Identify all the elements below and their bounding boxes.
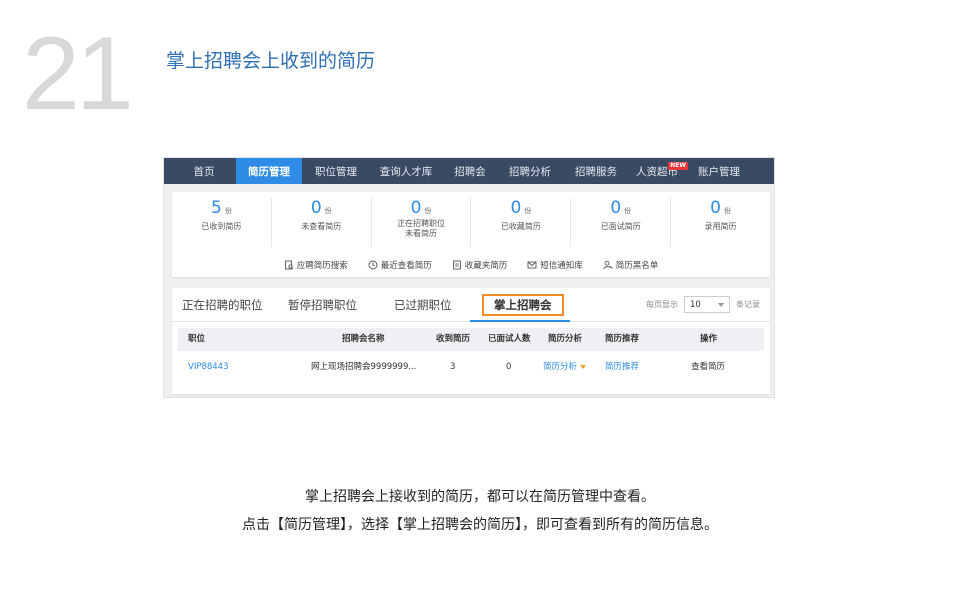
col-header-analysis: 简历分析 — [548, 334, 583, 344]
job-tabs: 正在招聘的职位 暂停招聘职位 已过期职位 掌上招聘会 每页显示 10 条记录 — [172, 288, 770, 322]
nav-item-home[interactable]: 首页 — [172, 158, 236, 184]
stat-unit: 份 — [424, 207, 432, 215]
quicklink-favorites[interactable]: 收藏夹简历 — [452, 259, 508, 271]
message-icon — [527, 261, 537, 269]
new-badge: NEW — [668, 162, 688, 170]
nav-item-resume-management[interactable]: 简历管理 — [236, 158, 302, 184]
stat-unit: 份 — [224, 207, 232, 215]
stat-value: 5 — [211, 198, 222, 218]
nav-item-job-fair[interactable]: 招聘会 — [442, 158, 498, 184]
table-header: 职位 招聘会名称 收到简历 已面试人数 简历分析 简历推荐 操作 — [178, 328, 764, 351]
stat-value: 0 — [610, 198, 622, 218]
chevron-down-icon — [718, 302, 724, 307]
pager-prefix: 每页显示 — [646, 300, 678, 309]
clock-icon — [368, 260, 378, 270]
stat-value: 0 — [410, 198, 422, 218]
nav-item-account[interactable]: 账户管理 — [690, 158, 748, 184]
stat-label: 已面试简历 — [600, 222, 641, 231]
col-header-interviewed: 已面试人数 — [488, 334, 531, 344]
stat-label: 已收藏简历 — [500, 222, 541, 231]
quicklink-label: 简历黑名单 — [615, 261, 659, 271]
stat-unit: 份 — [524, 207, 532, 215]
stat-value: 0 — [710, 198, 721, 218]
stat-label: 已收到简历 — [201, 222, 242, 231]
screenshot-panel: 首页 简历管理 职位管理 查询人才库 招聘会 招聘分析 招聘服务 人资超市 NE… — [163, 157, 775, 398]
stat-label: 未查看简历 — [301, 222, 342, 231]
folder-icon — [452, 260, 461, 270]
col-header-recommend: 简历推荐 — [605, 334, 640, 344]
quicklink-recent[interactable]: 最近查看简历 — [368, 259, 432, 271]
view-resume-button[interactable]: 查看简历 — [691, 356, 725, 378]
pager-suffix: 条记录 — [736, 300, 760, 309]
dropdown-arrow-icon — [580, 364, 587, 369]
nav-item-recruit-analysis[interactable]: 招聘分析 — [498, 158, 562, 184]
position-link[interactable]: VIP88443 — [188, 356, 229, 378]
page-size-value: 10 — [690, 299, 701, 310]
page-size-select[interactable]: 10 — [684, 296, 730, 313]
stat-interviewed[interactable]: 0份 已面试简历 — [571, 198, 672, 247]
top-nav: 首页 简历管理 职位管理 查询人才库 招聘会 招聘分析 招聘服务 人资超市 NE… — [164, 158, 774, 184]
active-tab-underline — [470, 320, 570, 322]
quicklink-blacklist[interactable]: 简历黑名单 — [603, 259, 659, 271]
quicklink-sms[interactable]: 短信通知库 — [527, 259, 583, 271]
stat-unit: 份 — [723, 207, 731, 215]
user-block-icon — [603, 260, 613, 270]
tab-mobile-job-fair[interactable]: 掌上招聘会 — [482, 293, 564, 316]
received-count-cell: 3 — [450, 362, 456, 372]
resume-analysis-label: 简历分析 — [543, 362, 578, 372]
stat-unviewed[interactable]: 0份 未查看简历 — [272, 198, 372, 247]
interviewed-count-cell: 0 — [506, 362, 512, 372]
col-header-action: 操作 — [700, 334, 718, 344]
resume-stats-card: 5份 已收到简历 0份 未查看简历 0份 正在招聘职位 未看简历 0份 已收藏简… — [172, 192, 770, 277]
nav-item-job-management[interactable]: 职位管理 — [302, 158, 370, 184]
quicklink-label: 应聘简历搜索 — [296, 261, 348, 271]
quicklink-resume-search[interactable]: 应聘简历搜索 — [284, 259, 348, 271]
tab-expired-jobs[interactable]: 已过期职位 — [394, 297, 452, 313]
fair-name-cell: 网上现场招聘会9999999... — [311, 362, 417, 372]
stat-label-2: 未看简历 — [405, 229, 438, 238]
tab-active-jobs[interactable]: 正在招聘的职位 — [182, 297, 263, 313]
nav-item-hr-market[interactable]: 人资超市 NEW — [630, 158, 690, 184]
stat-label: 正在招聘职位 — [397, 219, 446, 228]
stat-received[interactable]: 5份 已收到简历 — [172, 198, 272, 247]
stat-hired[interactable]: 0份 录用简历 — [671, 198, 770, 247]
caption-line-2: 点击【简历管理】，选择【掌上招聘会的简历】，即可查看到所有的简历信息。 — [242, 517, 718, 533]
nav-item-recruit-service[interactable]: 招聘服务 — [562, 158, 630, 184]
slide-title: 掌上招聘会上收到的简历 — [166, 50, 376, 72]
file-search-icon — [284, 260, 294, 270]
stat-unit: 份 — [624, 207, 632, 215]
stat-unit: 份 — [324, 207, 332, 215]
slide-number: 21 — [22, 16, 134, 132]
stat-value: 0 — [510, 198, 522, 218]
jobs-panel: 正在招聘的职位 暂停招聘职位 已过期职位 掌上招聘会 每页显示 10 条记录 职… — [172, 288, 770, 394]
col-header-position: 职位 — [188, 334, 206, 344]
quicklink-label: 收藏夹简历 — [464, 261, 508, 271]
table-row: VIP88443 网上现场招聘会9999999... 3 0 简历分析 简历推荐… — [178, 356, 764, 378]
tab-paused-jobs[interactable]: 暂停招聘职位 — [288, 297, 357, 313]
page-size-control: 每页显示 10 条记录 — [646, 296, 760, 313]
resume-analysis-link[interactable]: 简历分析 — [543, 356, 587, 378]
caption-line-1: 掌上招聘会上接收到的简历，都可以在简历管理中查看。 — [305, 489, 655, 505]
stat-favorited[interactable]: 0份 已收藏简历 — [471, 198, 572, 247]
stat-label: 录用简历 — [704, 222, 737, 231]
stat-active-jobs-unviewed[interactable]: 0份 正在招聘职位 未看简历 — [372, 198, 472, 247]
col-header-received: 收到简历 — [436, 334, 471, 344]
quicklink-label: 最近查看简历 — [380, 261, 432, 271]
resume-recommend-link[interactable]: 简历推荐 — [605, 356, 639, 378]
col-header-fair-name: 招聘会名称 — [342, 334, 385, 344]
nav-item-talent-search[interactable]: 查询人才库 — [370, 158, 442, 184]
stat-value: 0 — [310, 198, 322, 218]
quicklink-label: 短信通知库 — [540, 261, 583, 271]
quick-links: 应聘简历搜索 最近查看简历 收藏夹简历 短信通知库 简历黑名单 — [172, 259, 770, 271]
